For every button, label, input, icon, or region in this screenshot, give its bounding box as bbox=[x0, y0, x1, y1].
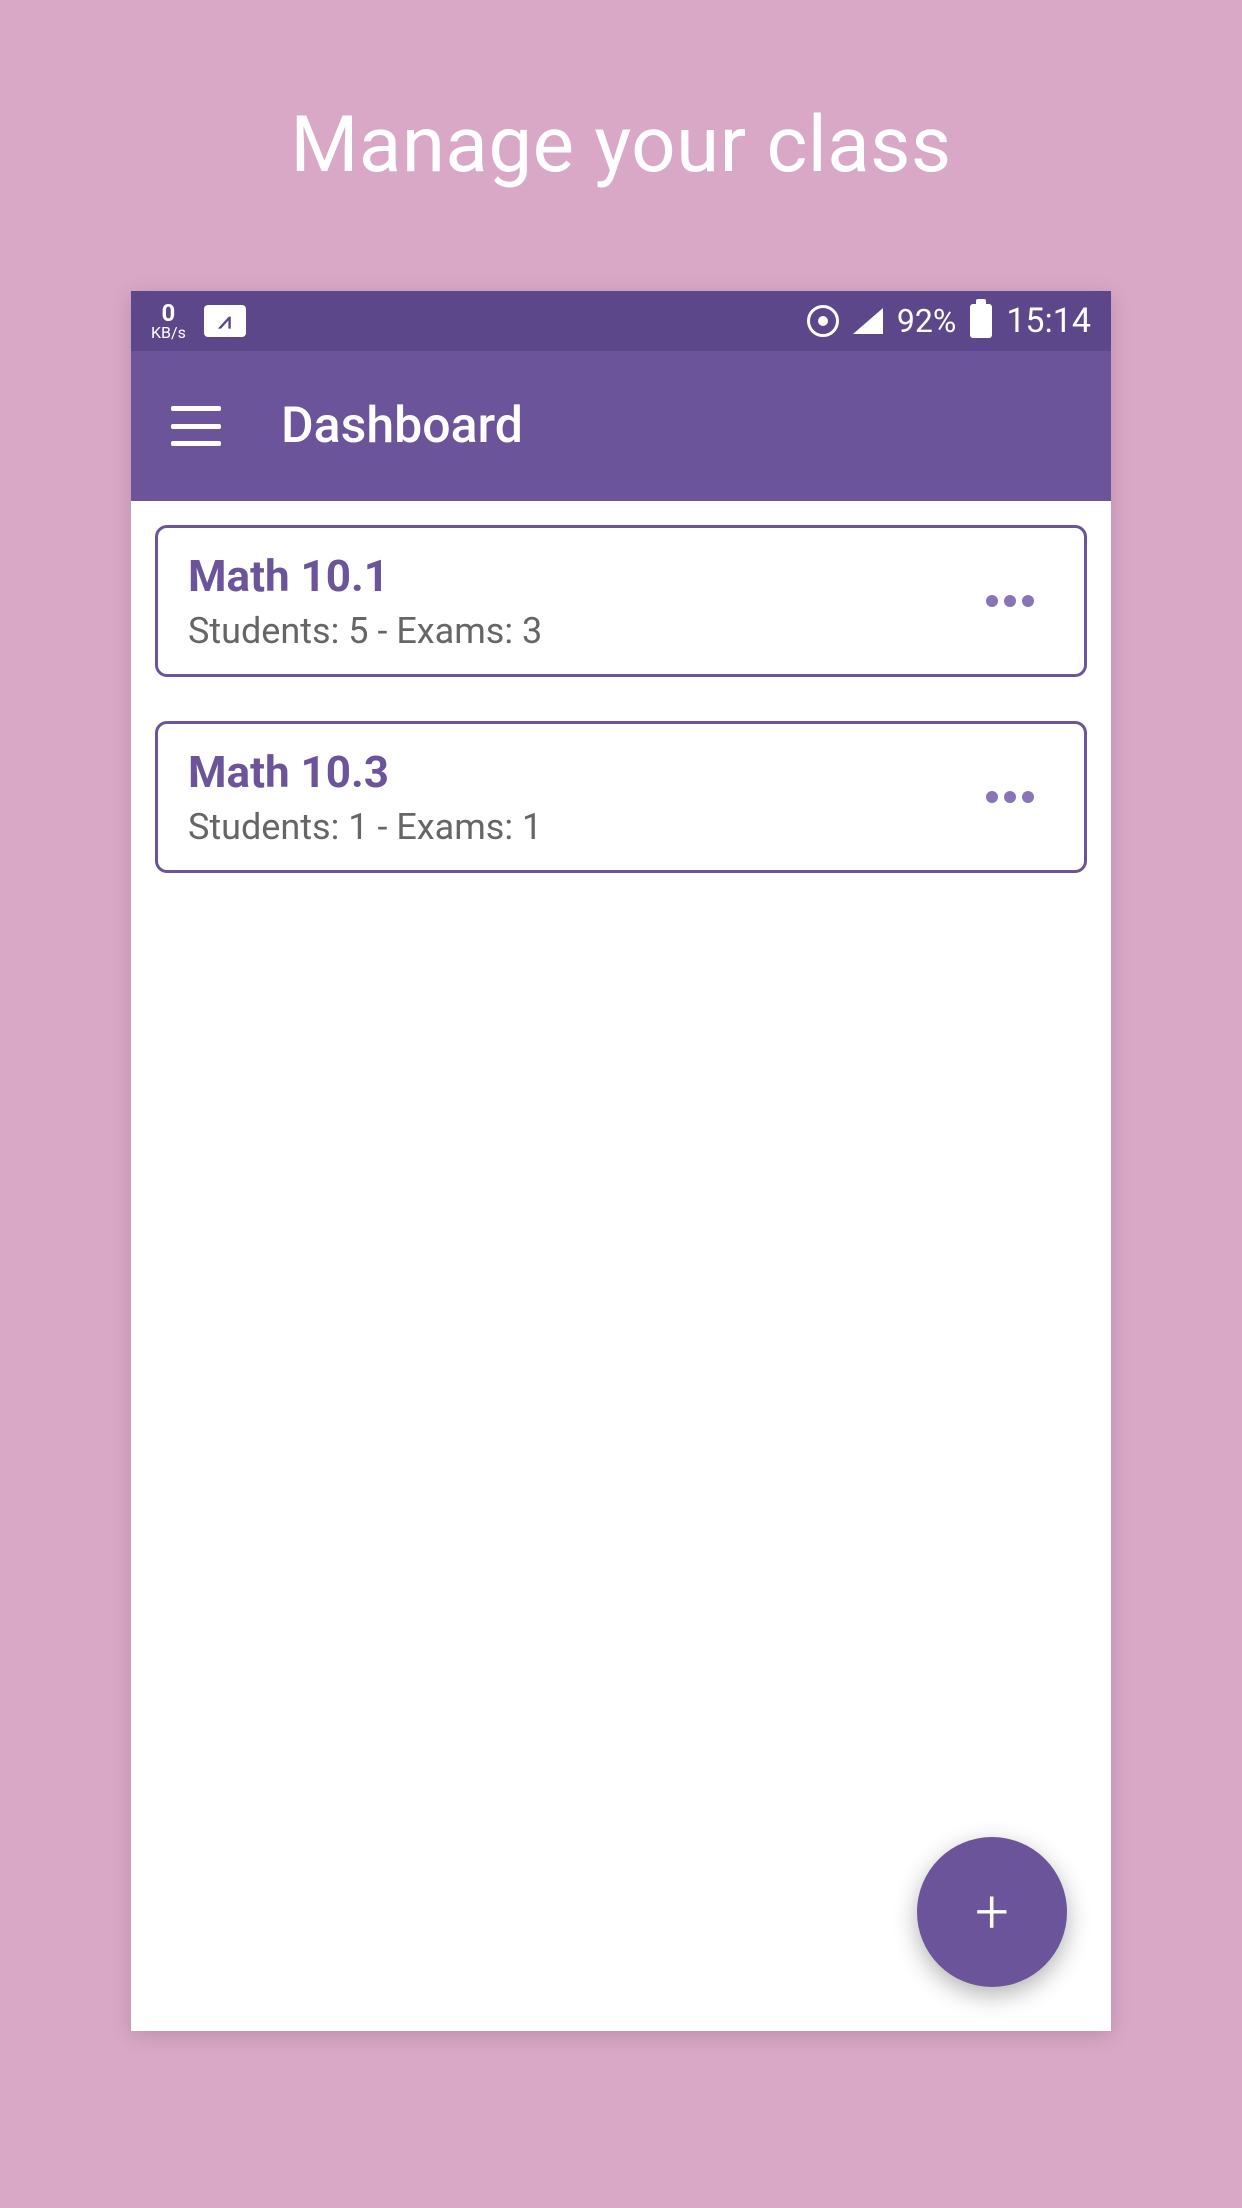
signal-icon bbox=[853, 308, 883, 334]
status-right: 92% 15:14 bbox=[807, 301, 1091, 341]
promo-header: Manage your class bbox=[290, 100, 951, 191]
activity-icon: ⩘ bbox=[204, 305, 246, 337]
class-title: Math 10.1 bbox=[188, 550, 966, 602]
more-options-icon[interactable] bbox=[966, 771, 1054, 823]
battery-icon bbox=[970, 304, 992, 338]
content-area: Math 10.1 Students: 5 - Exams: 3 Math 10… bbox=[131, 501, 1111, 941]
more-options-icon[interactable] bbox=[966, 575, 1054, 627]
status-left: 0 KB/s ⩘ bbox=[151, 301, 246, 341]
network-speed-value: 0 bbox=[162, 301, 176, 325]
status-bar: 0 KB/s ⩘ 92% 15:14 bbox=[131, 291, 1111, 351]
battery-percentage: 92% bbox=[897, 302, 956, 340]
class-info: Math 10.3 Students: 1 - Exams: 1 bbox=[188, 746, 966, 848]
clock-time: 15:14 bbox=[1006, 301, 1091, 341]
network-speed-indicator: 0 KB/s bbox=[151, 301, 186, 341]
sync-icon bbox=[807, 305, 839, 337]
class-card[interactable]: Math 10.1 Students: 5 - Exams: 3 bbox=[155, 525, 1087, 677]
app-bar: Dashboard bbox=[131, 351, 1111, 501]
class-meta: Students: 1 - Exams: 1 bbox=[188, 806, 966, 848]
page-title: Dashboard bbox=[281, 397, 523, 455]
hamburger-menu-icon[interactable] bbox=[171, 406, 221, 446]
class-card[interactable]: Math 10.3 Students: 1 - Exams: 1 bbox=[155, 721, 1087, 873]
class-info: Math 10.1 Students: 5 - Exams: 3 bbox=[188, 550, 966, 652]
add-class-button[interactable]: + bbox=[917, 1837, 1067, 1987]
network-speed-label: KB/s bbox=[151, 325, 186, 341]
class-title: Math 10.3 bbox=[188, 746, 966, 798]
plus-icon: + bbox=[975, 1882, 1009, 1942]
class-meta: Students: 5 - Exams: 3 bbox=[188, 610, 966, 652]
phone-screen: 0 KB/s ⩘ 92% 15:14 Dashboard Math 10. bbox=[131, 291, 1111, 2031]
